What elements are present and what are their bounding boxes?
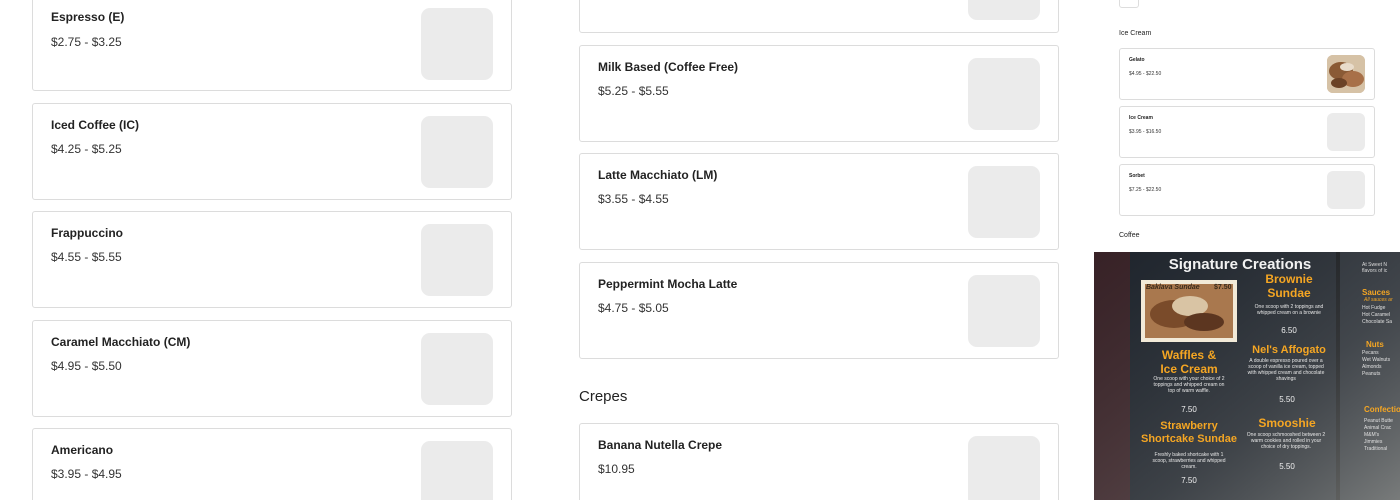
menu-item-card-partial[interactable] [579, 0, 1059, 33]
board-item-price: 7.50 [1181, 405, 1197, 414]
board-item-desc: Freshly baked shortcake with 1 scoop, st… [1152, 452, 1226, 470]
preview-item-photo [1327, 55, 1365, 93]
menu-item-name: Americano [51, 443, 114, 457]
board-item-price: 5.50 [1279, 395, 1295, 404]
menu-item-card[interactable]: Caramel Macchiato (CM) $4.95 - $5.50 [32, 320, 512, 417]
board-item-name: Brownie Sundae [1265, 272, 1313, 300]
menu-item-image [421, 116, 493, 188]
menu-item-price: $3.95 - $4.95 [51, 467, 122, 481]
board-side-line: Peanut Butte [1364, 418, 1393, 424]
menu-item-image [968, 166, 1040, 238]
menu-item-card[interactable]: Banana Nutella Crepe $10.95 [579, 423, 1059, 500]
board-side-subtitle: All sauces ar [1364, 297, 1393, 303]
board-side-list: Pecans Wet Walnuts Almonds Peanuts [1362, 350, 1390, 378]
board-item-name: Nel's Affogato [1252, 344, 1326, 356]
section-title-crepes: Crepes [579, 388, 628, 405]
menu-item-image [968, 436, 1040, 500]
menu-item-card[interactable]: Milk Based (Coffee Free) $5.25 - $5.55 [579, 45, 1059, 142]
menu-item-name: Latte Macchiato (LM) [598, 168, 718, 182]
menu-item-image [421, 8, 493, 80]
board-item-desc: One scoop with 2 toppings and whipped cr… [1254, 304, 1324, 316]
board-item-price: 7.50 [1181, 476, 1197, 485]
preview-menu-item-card[interactable]: Sorbet $7.25 - $22.50 [1119, 164, 1375, 216]
board-side-line: Hot Fudge [1362, 305, 1386, 311]
menu-item-name: Banana Nutella Crepe [598, 438, 723, 452]
menu-item-name: Milk Based (Coffee Free) [598, 60, 739, 74]
menu-item-image [421, 224, 493, 296]
menu-item-card[interactable]: Frappuccino $4.55 - $5.55 [32, 211, 512, 308]
board-side-title: Nuts [1366, 340, 1384, 349]
menu-item-price: $4.75 - $5.05 [598, 301, 669, 315]
menu-item-image [421, 333, 493, 405]
menu-item-card[interactable]: Americano $3.95 - $4.95 [32, 428, 512, 500]
board-item-desc: One scoop schmooshed between 2 warm cook… [1246, 432, 1326, 450]
preview-item-name: Gelato [1129, 57, 1145, 63]
board-side-line: Animal Crac [1364, 425, 1392, 431]
board-item-price: 5.50 [1279, 462, 1295, 471]
menu-item-price: $5.25 - $5.55 [598, 84, 669, 98]
board-side-line: M&M's [1364, 432, 1380, 438]
board-side-line: Jimmies [1364, 439, 1383, 445]
board-item-name: Waffles & Ice Cream [1160, 348, 1218, 376]
preview-item-image [1327, 113, 1365, 151]
menu-item-price: $2.75 - $3.25 [51, 35, 122, 49]
board-side-line: Wet Walnuts [1362, 357, 1391, 363]
menu-item-name: Peppermint Mocha Latte [598, 277, 738, 291]
menu-item-image [968, 0, 1040, 20]
board-side-line: Pecans [1362, 350, 1379, 356]
preview-item-price: $4.95 - $22.50 [1129, 71, 1162, 77]
menu-item-image [968, 275, 1040, 347]
preview-section-title-ice-cream: Ice Cream [1119, 30, 1152, 37]
board-side-list: Peanut Butte Animal Crac M&M's Jimmies T… [1364, 418, 1393, 453]
preview-checkbox[interactable] [1119, 0, 1139, 8]
board-side-title: Confectio [1364, 405, 1400, 414]
preview-item-price: $3.95 - $16.50 [1129, 129, 1162, 135]
board-side-line: Chocolate Sa [1362, 319, 1393, 325]
menu-item-price: $10.95 [598, 462, 635, 476]
menu-item-image [968, 58, 1040, 130]
menu-item-price: $4.55 - $5.55 [51, 250, 122, 264]
board-side-intro: At Sweet N flavors of ic [1362, 262, 1388, 274]
preview-section-title-coffee: Coffee [1119, 232, 1140, 239]
board-side-line: Peanuts [1362, 371, 1381, 377]
signature-creations-board-image: Signature Creations Baklava Sundae $7.50… [1094, 252, 1400, 500]
preview-item-name: Sorbet [1129, 173, 1145, 179]
board-side-title: Sauces [1362, 288, 1391, 297]
board-item-name: Smooshie [1258, 416, 1316, 430]
menu-item-name: Caramel Macchiato (CM) [51, 335, 191, 349]
board-side-list: Hot Fudge Hot Caramel Chocolate Sa [1362, 305, 1392, 326]
menu-item-card[interactable]: Iced Coffee (IC) $4.25 - $5.25 [32, 103, 512, 200]
menu-item-card[interactable]: Latte Macchiato (LM) $3.55 - $4.55 [579, 153, 1059, 250]
board-side-line: Almonds [1362, 364, 1382, 370]
preview-menu-item-card[interactable]: Ice Cream $3.95 - $16.50 [1119, 106, 1375, 158]
menu-item-price: $4.25 - $5.25 [51, 142, 122, 156]
board-side-line: Traditional [1364, 446, 1388, 452]
board-photo-label: Baklava Sundae [1146, 284, 1200, 291]
menu-item-name: Frappuccino [51, 226, 124, 240]
board-item-desc: A double espresso poured over a scoop of… [1247, 358, 1325, 382]
menu-item-image [421, 441, 493, 500]
preview-item-image [1327, 171, 1365, 209]
board-side-line: Hot Caramel [1362, 312, 1391, 318]
menu-item-price: $3.55 - $4.55 [598, 192, 669, 206]
menu-item-name: Iced Coffee (IC) [51, 118, 140, 132]
board-heading: Signature Creations [1168, 256, 1312, 273]
menu-item-name: Espresso (E) [51, 10, 125, 24]
menu-item-price: $4.95 - $5.50 [51, 359, 122, 373]
board-photo-price: $7.50 [1214, 284, 1232, 291]
preview-item-name: Ice Cream [1129, 115, 1153, 121]
preview-menu-item-card[interactable]: Gelato $4.95 - $22.50 [1119, 48, 1375, 100]
menu-item-card[interactable]: Espresso (E) $2.75 - $3.25 [32, 0, 512, 91]
board-item-price: 6.50 [1281, 326, 1297, 335]
board-item-desc: One scoop with your choice of 2 toppings… [1153, 376, 1225, 394]
preview-item-price: $7.25 - $22.50 [1129, 187, 1162, 193]
menu-item-card[interactable]: Peppermint Mocha Latte $4.75 - $5.05 [579, 262, 1059, 359]
board-item-name: Strawberry Shortcake Sundae [1141, 420, 1237, 445]
